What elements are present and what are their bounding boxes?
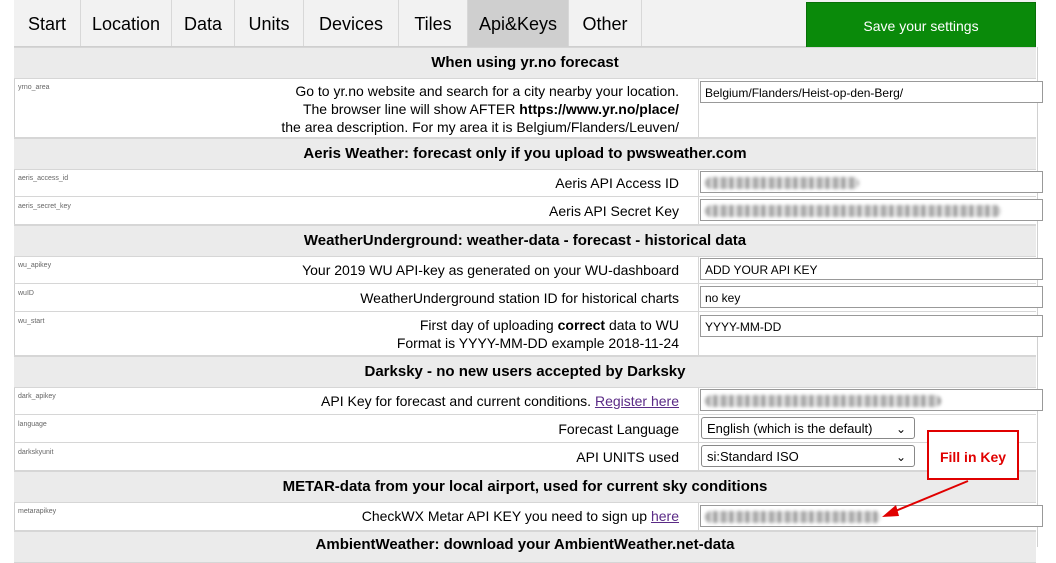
- field-label: Forecast Language: [558, 421, 679, 437]
- column-divider: [698, 169, 699, 196]
- column-divider: [698, 443, 699, 470]
- aeris-secret-key-input[interactable]: [700, 199, 1043, 221]
- field-key: aeris_access_id: [18, 175, 69, 182]
- save-settings-button[interactable]: Save your settings: [806, 2, 1036, 48]
- tab-tiles[interactable]: Tiles: [399, 0, 468, 46]
- section-ambient-header: AmbientWeather: download your AmbientWea…: [14, 531, 1036, 563]
- row-aeris-secret-key: aeris_secret_key Aeris API Secret Key: [14, 197, 1043, 225]
- field-label: Aeris API Access ID: [555, 175, 679, 191]
- description-line: the area description. For my area it is …: [281, 119, 679, 135]
- wu-start-input[interactable]: YYYY-MM-DD: [700, 315, 1043, 337]
- yrno-area-input[interactable]: Belgium/Flanders/Heist-op-den-Berg/: [700, 81, 1043, 103]
- tab-devices[interactable]: Devices: [304, 0, 399, 46]
- tab-data[interactable]: Data: [172, 0, 235, 46]
- field-key: aeris_secret_key: [18, 203, 71, 210]
- description-line: First day of uploading correct data to W…: [179, 316, 679, 334]
- row-wu-start: wu_start First day of uploading correct …: [14, 312, 1043, 356]
- selected-value: English (which is the default): [707, 421, 873, 436]
- wu-id-input[interactable]: no key: [700, 286, 1043, 308]
- section-metar-header: METAR-data from your local airport, used…: [14, 471, 1036, 503]
- wu-apikey-input[interactable]: ADD YOUR API KEY: [700, 258, 1043, 280]
- row-yrno-area: yrno_area Go to yr.no website and search…: [14, 78, 1043, 138]
- field-label-text: CheckWX Metar API KEY you need to sign u…: [361, 508, 648, 524]
- field-label: Your 2019 WU API-key as generated on you…: [302, 262, 679, 278]
- signup-link[interactable]: here: [651, 508, 679, 524]
- field-key: wu_start: [18, 318, 45, 325]
- field-key: dark_apikey: [18, 393, 56, 400]
- section-yrno-header: When using yr.no forecast: [14, 47, 1036, 79]
- field-label: API UNITS used: [576, 449, 679, 465]
- field-key: wu_apikey: [18, 262, 52, 269]
- column-divider: [698, 415, 699, 442]
- section-wu-header: WeatherUnderground: weather-data - forec…: [14, 225, 1036, 257]
- register-link[interactable]: Register here: [595, 393, 679, 409]
- field-key: darkskyunit: [18, 449, 54, 456]
- metar-apikey-input[interactable]: [700, 505, 1043, 527]
- field-label-text: API Key for forecast and current conditi…: [321, 393, 592, 409]
- section-aeris-header: Aeris Weather: forecast only if you uplo…: [14, 138, 1036, 170]
- field-key: language: [18, 421, 47, 428]
- aeris-access-id-input[interactable]: [700, 171, 1043, 193]
- field-label: API Key for forecast and current conditi…: [321, 392, 679, 410]
- darksky-apikey-input[interactable]: [700, 389, 1043, 411]
- row-aeris-access-id: aeris_access_id Aeris API Access ID: [14, 169, 1043, 197]
- tab-units[interactable]: Units: [235, 0, 304, 46]
- description-line: Format is YYYY-MM-DD example 2018-11-24: [396, 335, 679, 351]
- tab-location[interactable]: Location: [81, 0, 172, 46]
- chevron-down-icon: ⌄: [895, 422, 906, 436]
- language-select[interactable]: English (which is the default) ⌄: [701, 417, 915, 439]
- section-darksky-header: Darksky - no new users accepted by Darks…: [14, 356, 1036, 388]
- units-select[interactable]: si:Standard ISO ⌄: [701, 445, 915, 467]
- tab-start[interactable]: Start: [14, 0, 81, 46]
- description-text: data to WU: [605, 317, 679, 333]
- description-bold: correct: [557, 317, 606, 333]
- column-divider: [698, 256, 699, 283]
- field-description: First day of uploading correct data to W…: [179, 316, 679, 352]
- row-metar-apikey: metarapikey CheckWX Metar API KEY you ne…: [14, 502, 1043, 531]
- row-wu-id: wuID WeatherUnderground station ID for h…: [14, 284, 1043, 312]
- tab-api-keys[interactable]: Api&Keys: [468, 0, 569, 46]
- field-key: yrno_area: [18, 84, 50, 91]
- description-line: The browser line will show AFTER https:/…: [79, 100, 679, 118]
- field-label: WeatherUnderground station ID for histor…: [360, 290, 679, 306]
- column-divider: [698, 312, 699, 355]
- description-line: Go to yr.no website and search for a cit…: [295, 83, 679, 99]
- description-text: The browser line will show AFTER: [302, 101, 520, 117]
- description-text: First day of uploading: [419, 317, 558, 333]
- row-language: language Forecast Language English (whic…: [14, 415, 1036, 443]
- row-dark-apikey: dark_apikey API Key for forecast and cur…: [14, 387, 1043, 415]
- field-label: CheckWX Metar API KEY you need to sign u…: [362, 507, 679, 525]
- field-label: Aeris API Secret Key: [549, 203, 679, 219]
- redacted-value: [705, 205, 1001, 217]
- chevron-down-icon: ⌄: [895, 450, 906, 464]
- field-key: wuID: [18, 290, 34, 297]
- column-divider: [698, 197, 699, 224]
- column-divider: [698, 502, 699, 530]
- field-key: metarapikey: [18, 508, 57, 515]
- tab-other[interactable]: Other: [569, 0, 642, 46]
- row-darksky-unit: darkskyunit API UNITS used si:Standard I…: [14, 443, 1036, 471]
- column-divider: [698, 284, 699, 311]
- redacted-value: [705, 511, 881, 523]
- redacted-value: [705, 177, 859, 189]
- redacted-value: [705, 395, 941, 407]
- description-url: https://www.yr.no/place/: [519, 101, 679, 117]
- selected-value: si:Standard ISO: [707, 449, 799, 464]
- row-wu-apikey: wu_apikey Your 2019 WU API-key as genera…: [14, 256, 1043, 284]
- column-divider: [698, 78, 699, 137]
- column-divider: [698, 387, 699, 414]
- fill-in-key-callout: Fill in Key: [927, 430, 1019, 480]
- field-description: Go to yr.no website and search for a cit…: [79, 82, 679, 136]
